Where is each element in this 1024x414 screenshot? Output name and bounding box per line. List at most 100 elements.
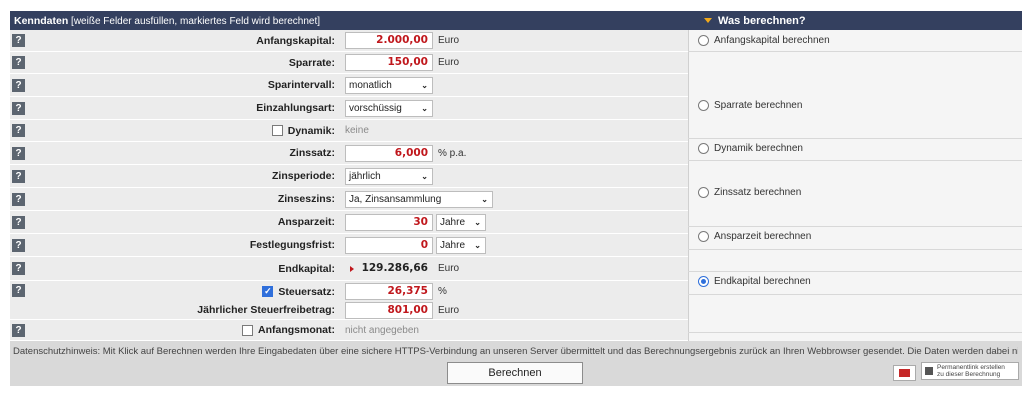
unit-percent-pa: % p.a. xyxy=(438,147,467,159)
ansparzeit-unit-value: Jahre xyxy=(440,216,466,228)
label-dynamik: Dynamik: xyxy=(287,124,335,137)
radio-button[interactable] xyxy=(698,231,709,242)
header-title: Kenndaten xyxy=(14,14,69,27)
help-icon[interactable]: ? xyxy=(12,56,25,69)
endkapital-result: 129.286,66 xyxy=(345,260,433,277)
anfangsmonat-value: nicht angegeben xyxy=(345,324,419,336)
chevron-down-icon: ⌄ xyxy=(474,217,481,227)
berechnen-button[interactable]: Berechnen xyxy=(447,362,583,384)
radio-zinssatz[interactable]: Zinssatz berechnen xyxy=(698,187,801,198)
help-icon[interactable]: ? xyxy=(12,34,25,47)
radio-button[interactable] xyxy=(698,143,709,154)
radio-ansparzeit[interactable]: Ansparzeit berechnen xyxy=(698,231,811,242)
radio-button-selected[interactable] xyxy=(698,276,709,287)
permalink-line1: Permanentlink erstellen xyxy=(937,364,1005,371)
label-endkapital: Endkapital: xyxy=(278,262,335,275)
radio-label: Ansparzeit berechnen xyxy=(714,231,812,242)
radio-button[interactable] xyxy=(698,35,709,46)
triangle-down-icon xyxy=(704,18,712,23)
radio-label: Zinssatz berechnen xyxy=(714,187,802,198)
permalink-button[interactable]: Permanentlink erstellen zu dieser Berechn… xyxy=(921,362,1019,380)
help-icon[interactable]: ? xyxy=(12,192,25,206)
label-sparintervall: Sparintervall: xyxy=(267,79,335,91)
help-icon[interactable]: ? xyxy=(12,262,25,275)
row-dynamik: ? Dynamik: keine xyxy=(10,120,688,142)
help-icon[interactable]: ? xyxy=(12,169,25,183)
info-footer: Datenschutzhinweis: Mit Klick auf Berech… xyxy=(10,341,1022,386)
label-zinseszins: Zinseszins: xyxy=(277,193,335,205)
help-icon[interactable]: ? xyxy=(12,78,25,92)
label-zinssatz: Zinssatz: xyxy=(289,147,335,159)
unit-euro: Euro xyxy=(438,35,460,46)
help-icon[interactable]: ? xyxy=(12,101,25,115)
row-sparrate: ? Sparrate: 150,00 Euro xyxy=(10,52,688,74)
row-zinseszins: ? Zinseszins: Ja, Zinsansammlung ⌄ xyxy=(10,188,688,211)
permalink-line2: zu dieser Berechnung xyxy=(937,371,1001,378)
label-anfangsmonat: Anfangsmonat: xyxy=(258,324,335,336)
sparintervall-value: monatlich xyxy=(349,79,392,91)
result-marker-icon xyxy=(350,266,354,272)
row-steuer: ? ✓ Steuersatz: 26,375 % Jährlicher Steue… xyxy=(10,281,688,320)
label-zinsperiode: Zinsperiode: xyxy=(271,170,335,182)
dynamik-checkbox[interactable] xyxy=(271,125,283,137)
ansparzeit-unit-select[interactable]: Jahre ⌄ xyxy=(436,213,486,231)
radio-dynamik[interactable]: Dynamik berechnen xyxy=(698,143,803,154)
radio-anfangskapital[interactable]: Anfangskapital berechnen xyxy=(698,35,830,46)
row-festlegungsfrist: ? Festlegungsfrist: 0 Jahre ⌄ xyxy=(10,234,688,257)
row-ansparzeit: ? Ansparzeit: 30 Jahre ⌄ xyxy=(10,211,688,234)
ansparzeit-input[interactable]: 30 xyxy=(345,213,433,231)
radio-label: Dynamik berechnen xyxy=(714,143,803,154)
dynamik-value: keine xyxy=(345,125,369,136)
unit-euro: Euro xyxy=(438,304,460,316)
radio-label: Sparrate berechnen xyxy=(714,100,803,111)
endkapital-value: 129.286,66 xyxy=(361,262,428,274)
festlegungsfrist-input[interactable]: 0 xyxy=(345,236,433,254)
what-to-calc-title: Was berechnen? xyxy=(718,14,806,27)
chevron-down-icon: ⌄ xyxy=(481,194,488,204)
panel-header: Kenndaten [weiße Felder ausfüllen, marki… xyxy=(10,11,1022,30)
label-steuersatz: Steuersatz: xyxy=(278,285,335,298)
anfangsmonat-checkbox[interactable] xyxy=(242,324,253,336)
zinssatz-input[interactable]: 6,000 xyxy=(345,144,433,162)
unit-percent: % xyxy=(438,286,447,297)
pdf-icon[interactable] xyxy=(893,365,916,381)
chevron-down-icon: ⌄ xyxy=(421,103,428,113)
zinsperiode-value: jährlich xyxy=(349,170,381,182)
einzahlungsart-select[interactable]: vorschüssig ⌄ xyxy=(345,99,433,117)
radio-endkapital[interactable]: Endkapital berechnen xyxy=(698,276,811,287)
zinseszins-value: Ja, Zinsansammlung xyxy=(349,193,442,205)
header-subtitle: [weiße Felder ausfüllen, markiertes Feld… xyxy=(71,15,321,27)
save-icon xyxy=(925,367,933,375)
sparrate-input[interactable]: 150,00 xyxy=(345,54,433,71)
row-zinsperiode: ? Zinsperiode: jährlich ⌄ xyxy=(10,165,688,188)
steuersatz-input[interactable]: 26,375 xyxy=(345,283,433,300)
zinsperiode-select[interactable]: jährlich ⌄ xyxy=(345,167,433,185)
label-sparrate: Sparrate: xyxy=(288,56,335,69)
chevron-down-icon: ⌄ xyxy=(421,80,428,90)
help-icon[interactable]: ? xyxy=(12,284,25,297)
label-anfangskapital: Anfangskapital: xyxy=(256,34,335,47)
label-ansparzeit: Ansparzeit: xyxy=(277,216,335,228)
sparintervall-select[interactable]: monatlich ⌄ xyxy=(345,76,433,94)
help-icon[interactable]: ? xyxy=(12,124,25,137)
row-endkapital: ? Endkapital: 129.286,66 Euro xyxy=(10,257,688,281)
row-einzahlungsart: ? Einzahlungsart: vorschüssig ⌄ xyxy=(10,97,688,120)
unit-euro: Euro xyxy=(438,263,460,274)
steuersatz-checkbox[interactable]: ✓ xyxy=(262,286,274,298)
radio-label: Anfangskapital berechnen xyxy=(714,35,830,46)
help-icon[interactable]: ? xyxy=(12,323,25,337)
help-icon[interactable]: ? xyxy=(12,146,25,160)
help-icon[interactable]: ? xyxy=(12,215,25,229)
radio-button[interactable] xyxy=(698,187,709,198)
radio-label: Endkapital berechnen xyxy=(714,276,811,287)
help-icon[interactable]: ? xyxy=(12,238,25,252)
zinseszins-select[interactable]: Ja, Zinsansammlung ⌄ xyxy=(345,190,493,208)
row-sparintervall: ? Sparintervall: monatlich ⌄ xyxy=(10,74,688,97)
festlegungsfrist-unit-select[interactable]: Jahre ⌄ xyxy=(436,236,486,254)
radio-sparrate[interactable]: Sparrate berechnen xyxy=(698,100,802,111)
row-anfangskapital: ? Anfangskapital: 2.000,00 Euro xyxy=(10,30,688,52)
freibetrag-input[interactable]: 801,00 xyxy=(345,301,433,319)
anfangskapital-input[interactable]: 2.000,00 xyxy=(345,32,433,49)
label-freibetrag: Jährlicher Steuerfreibetrag: xyxy=(197,304,335,316)
radio-button[interactable] xyxy=(698,100,709,111)
